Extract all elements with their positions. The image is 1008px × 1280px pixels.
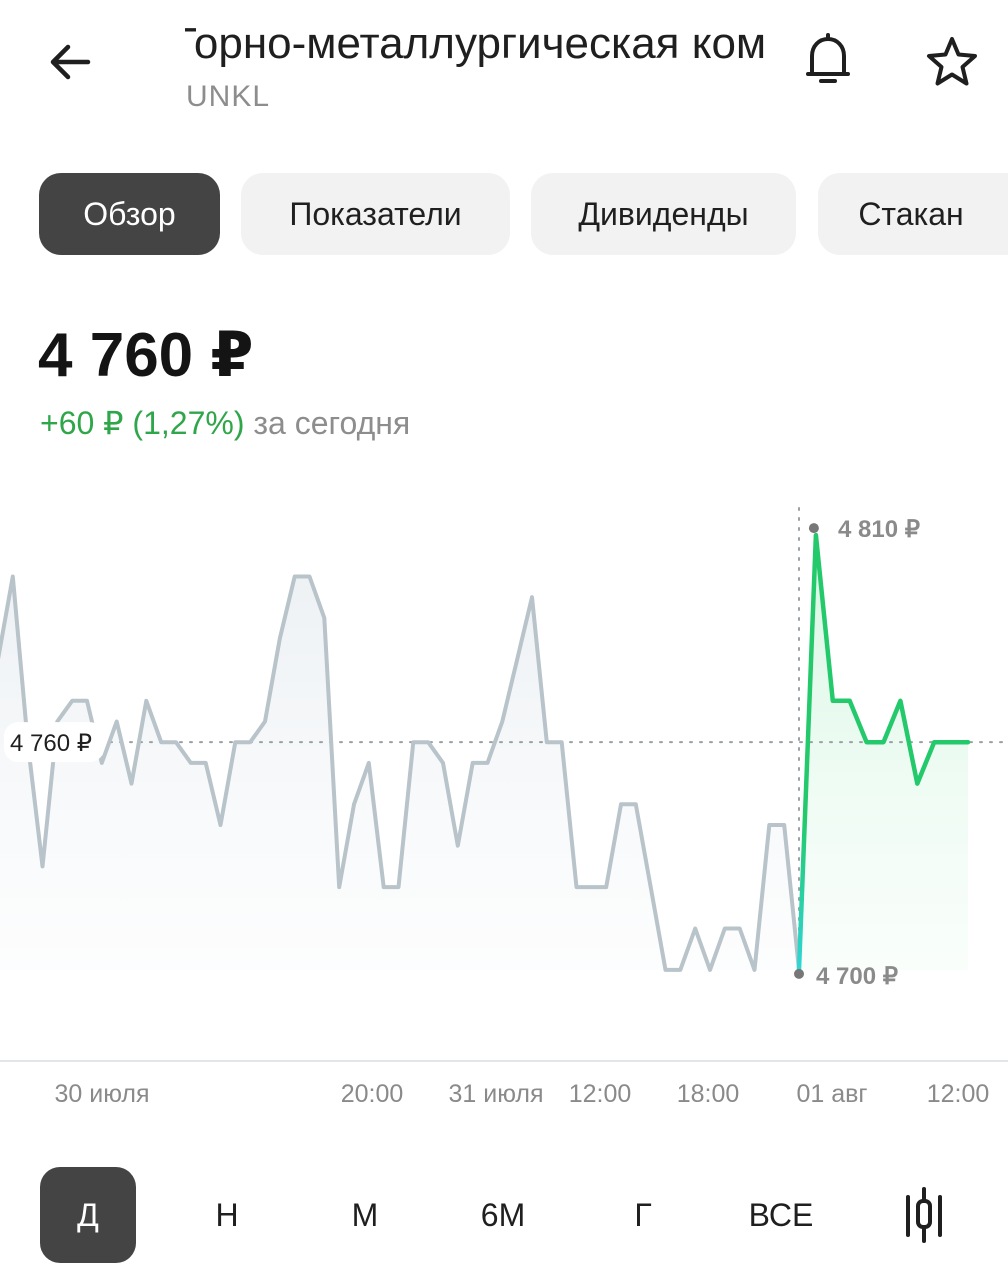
price-alert-button[interactable] bbox=[790, 22, 866, 98]
page-title: Горно-металлургическая компания Южурални… bbox=[185, 19, 765, 68]
period-year-button[interactable]: Г bbox=[595, 1167, 691, 1263]
chart-type-toggle[interactable] bbox=[894, 1180, 954, 1250]
period-month-button[interactable]: М bbox=[317, 1167, 413, 1263]
max-price-label: 4 810 ₽ bbox=[838, 516, 920, 543]
period-6-months-button[interactable]: 6М bbox=[455, 1167, 551, 1263]
tab-label: Обзор bbox=[83, 195, 176, 232]
current-price: 4 760 ₽ bbox=[38, 321, 254, 390]
x-axis-label: 18:00 bbox=[676, 1080, 740, 1108]
x-axis: 30 июля 20:00 31 июля 12:00 18:00 01 авг… bbox=[0, 1080, 1008, 1120]
current-price-label: 4 760 ₽ bbox=[10, 730, 92, 757]
price-change: +60 ₽ (1,27%) за сегодня bbox=[40, 404, 410, 442]
min-price-marker bbox=[794, 968, 804, 979]
x-axis-label: 12:00 bbox=[568, 1080, 632, 1108]
x-axis-label: 12:00 bbox=[926, 1080, 990, 1108]
period-label: М bbox=[351, 1196, 379, 1233]
period-week-button[interactable]: Н bbox=[179, 1167, 275, 1263]
tab-order-book[interactable]: Стакан bbox=[818, 173, 1008, 255]
x-axis-label: 31 июля bbox=[448, 1080, 544, 1108]
period-label: 6М bbox=[480, 1196, 526, 1233]
tab-dividends[interactable]: Дивиденды bbox=[531, 173, 796, 255]
x-axis-label: 01 авг bbox=[796, 1080, 868, 1108]
chart-area-past bbox=[0, 576, 799, 970]
tab-overview[interactable]: Обзор bbox=[39, 173, 220, 255]
arrow-left-icon bbox=[50, 44, 91, 80]
period-label: Г bbox=[634, 1196, 652, 1233]
period-day-button[interactable]: Д bbox=[40, 1167, 136, 1263]
period-label: Д bbox=[77, 1196, 99, 1233]
bell-icon bbox=[806, 33, 850, 83]
back-button[interactable] bbox=[30, 22, 110, 102]
tab-label: Стакан bbox=[858, 195, 964, 232]
x-axis-label: 20:00 bbox=[340, 1080, 404, 1108]
period-label: Н bbox=[215, 1196, 239, 1233]
x-axis-label: 30 июля bbox=[54, 1080, 150, 1108]
price-chart[interactable]: 4 810 ₽ 4 700 ₽ 4 760 ₽ bbox=[0, 470, 1008, 1070]
star-icon bbox=[927, 37, 977, 86]
price-change-value: +60 ₽ (1,27%) bbox=[40, 405, 245, 441]
min-price-label: 4 700 ₽ bbox=[816, 963, 898, 990]
period-label: ВСЕ bbox=[748, 1196, 814, 1233]
tab-indicators[interactable]: Показатели bbox=[241, 173, 510, 255]
candlestick-icon bbox=[906, 1187, 942, 1243]
tab-label: Дивиденды bbox=[578, 195, 749, 232]
period-all-button[interactable]: ВСЕ bbox=[733, 1167, 829, 1263]
ticker-symbol: UNKL bbox=[186, 80, 271, 113]
max-price-marker bbox=[808, 523, 819, 534]
page-title-container: Горно-металлургическая компания Южурални… bbox=[185, 14, 765, 74]
favorite-button[interactable] bbox=[912, 22, 992, 102]
price-change-period: за сегодня bbox=[253, 405, 411, 441]
tab-label: Показатели bbox=[289, 195, 462, 232]
